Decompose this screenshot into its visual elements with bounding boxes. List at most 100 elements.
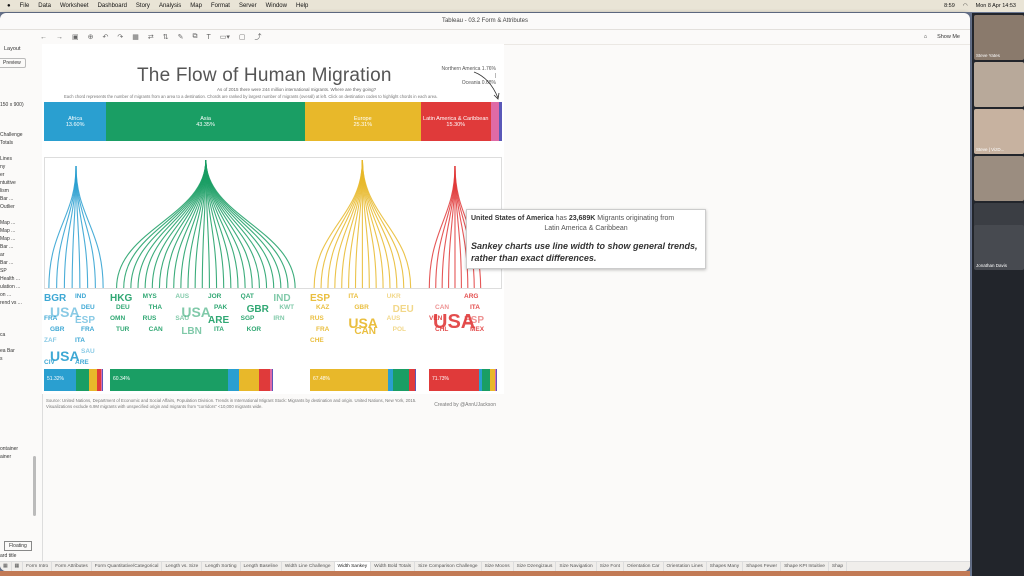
sheet-item[interactable]: ca <box>0 332 5 338</box>
sheet-tab[interactable]: Shapes Many <box>707 562 744 571</box>
sheet-item[interactable]: Bar ... <box>0 260 13 266</box>
sheet-item[interactable]: Map ... <box>0 220 15 226</box>
sheet-item[interactable]: ea Bar <box>0 348 15 354</box>
sheet-item[interactable]: s <box>0 356 3 362</box>
menu-window[interactable]: Window <box>266 3 287 9</box>
sankey-region-asia[interactable] <box>116 159 296 288</box>
fit-dropdown[interactable]: ▭▾ <box>220 33 230 41</box>
sheet-tab[interactable]: Size Comparison Challenge <box>415 562 482 571</box>
save-icon[interactable]: ▣ <box>72 33 79 41</box>
undo-icon[interactable]: ↶ <box>103 33 109 41</box>
object-item[interactable]: ontainer <box>0 446 18 452</box>
menu-data[interactable]: Data <box>38 3 51 9</box>
presentation-icon[interactable]: ▢ <box>239 33 246 41</box>
destination-share-bars[interactable]: 51.32% 60.34% 67.48% 71.73% <box>44 369 500 391</box>
sheet-item[interactable]: Health ... <box>0 276 20 282</box>
word-cloud-column[interactable]: USA ARG CAN ITA VEN ESP CHL MEX <box>429 289 499 364</box>
sheet-tab[interactable]: Shape KPI Intuitive <box>781 562 829 571</box>
device-preview-button[interactable]: Preview <box>0 58 26 68</box>
new-sheet-icon[interactable]: ▦ <box>132 33 139 41</box>
sheet-item[interactable]: Lines <box>0 156 12 162</box>
destination-share-bar[interactable]: 60.34% <box>110 369 306 391</box>
back-icon[interactable]: ← <box>40 34 47 41</box>
group-icon[interactable]: ⧉ <box>193 33 198 41</box>
floating-toggle[interactable]: Floating <box>4 541 32 551</box>
region-segment[interactable]: Europe 25.31% <box>304 102 421 141</box>
highlight-icon[interactable]: ✎ <box>178 33 184 41</box>
sheet-tab[interactable]: Size Font <box>597 562 624 571</box>
forward-icon[interactable]: → <box>56 34 63 41</box>
sheet-tab[interactable]: Shapes Fewer <box>743 562 782 571</box>
sheet-item[interactable]: Bar ... <box>0 196 13 202</box>
region-share-bar[interactable]: Africa 13.60% Asia 43.35% Europe 25.31% Latin … <box>44 102 502 141</box>
dashboard-canvas[interactable]: The Flow of Human Migration As of 2015 t… <box>42 44 504 409</box>
sheet-item[interactable]: ntuitive <box>0 180 16 186</box>
sheet-item[interactable]: ny <box>0 164 5 170</box>
show-me-button[interactable]: Show Me <box>937 34 960 40</box>
swap-icon[interactable]: ⇄ <box>148 33 154 41</box>
wifi-icon[interactable]: ◠ <box>963 3 968 9</box>
grid-icon[interactable]: ▦ <box>0 562 12 571</box>
sheet-item[interactable]: on ... <box>0 292 11 298</box>
word-cloud-column[interactable]: BGR IND USA DEU FRA ESP GBR FRA ZAF ITA USA SAU CIV A… <box>44 289 106 364</box>
participant-tile[interactable]: Steve | VizD... <box>974 109 1024 154</box>
sheet-item[interactable]: ulation ... <box>0 284 20 290</box>
sheet-item[interactable]: Map ... <box>0 228 15 234</box>
sheet-item[interactable]: SP <box>0 268 7 274</box>
new-datasource-icon[interactable]: ⊕ <box>88 33 94 41</box>
sankey-region-europe[interactable] <box>313 159 412 288</box>
sidebar-scrollbar[interactable] <box>33 456 36 516</box>
sheet-tab[interactable]: Orientation Lines <box>664 562 707 571</box>
show-dashboard-title-checkbox[interactable]: ard title <box>0 553 16 559</box>
menu-file[interactable]: File <box>20 3 30 9</box>
menu-story[interactable]: Story <box>136 3 150 9</box>
size-label[interactable]: 150 x 900) <box>0 102 24 108</box>
sheet-tab[interactable]: Orientation Car <box>624 562 664 571</box>
sheet-tab[interactable]: Width Sankey <box>334 562 372 571</box>
object-item[interactable]: ainer <box>0 454 11 460</box>
battery-time[interactable]: 8:59 <box>944 3 955 9</box>
menu-dashboard[interactable]: Dashboard <box>98 3 127 9</box>
sheet-tab[interactable]: Shap <box>829 562 848 571</box>
sheet-item[interactable]: Map ... <box>0 236 15 242</box>
participant-tile[interactable] <box>974 62 1024 107</box>
sheet-tab[interactable]: Size Navigation <box>556 562 597 571</box>
menu-analysis[interactable]: Analysis <box>159 3 181 9</box>
menu-worksheet[interactable]: Worksheet <box>60 3 89 9</box>
tab-layout[interactable]: Layout <box>4 46 21 52</box>
apple-menu-icon[interactable]: ● <box>7 3 11 9</box>
participant-tile[interactable]: Jonathan Davis <box>974 225 1024 270</box>
sheet-tab[interactable]: Length Sorting <box>202 562 241 571</box>
destination-share-bar[interactable]: 51.32% <box>44 369 106 391</box>
sheet-item[interactable]: er <box>0 172 4 178</box>
clock[interactable]: Mon 8 Apr 14:53 <box>976 3 1016 9</box>
sheet-tab[interactable]: Width Line Challenge <box>282 562 335 571</box>
destination-word-clouds[interactable]: BGR IND USA DEU FRA ESP GBR FRA ZAF ITA USA SAU CIV A… <box>44 289 500 364</box>
sheet-tab[interactable]: Size Moons <box>482 562 514 571</box>
word-cloud-column[interactable]: HKG MYS AUS JOR QAT IND DEU THA USA PAK GBR KWT OMN R… <box>110 289 306 364</box>
sheet-item[interactable]: Bar ... <box>0 244 13 250</box>
sheet-tab[interactable]: Form Intro <box>23 562 53 571</box>
sheet-item[interactable]: Outlier <box>0 204 15 210</box>
tooltip-icon[interactable]: ⌂ <box>924 34 927 40</box>
sheet-tab[interactable]: Length vs. Size <box>162 562 203 571</box>
menu-format[interactable]: Format <box>211 3 230 9</box>
region-segment[interactable]: Latin America & Caribbean 15.30% <box>420 102 491 141</box>
destination-share-bar[interactable]: 67.48% <box>310 369 425 391</box>
menu-server[interactable]: Server <box>239 3 257 9</box>
destination-share-bar[interactable]: 71.73% <box>429 369 499 391</box>
word-cloud-column[interactable]: ESP ITA UKR KAZ GBR DEU RUS USA AUS FRA CAN POL CHE <box>310 289 425 364</box>
region-segment[interactable] <box>490 102 499 141</box>
participant-tile[interactable] <box>974 156 1024 201</box>
region-segment[interactable] <box>498 102 502 141</box>
menu-help[interactable]: Help <box>296 3 308 9</box>
sheet-item[interactable]: rend vs ... <box>0 300 22 306</box>
sheet-tab[interactable]: Size Dzengizaus <box>514 562 557 571</box>
sheet-tab[interactable]: Width Bold Totals <box>371 562 416 571</box>
sankey-region-africa[interactable] <box>48 165 104 288</box>
region-segment[interactable]: Africa 13.60% <box>44 102 107 141</box>
sheet-tab[interactable]: Form Attributes <box>52 562 92 571</box>
sort-asc-icon[interactable]: ⇅ <box>163 33 169 41</box>
sankey-chart[interactable] <box>44 157 502 289</box>
sheet-item[interactable]: ar <box>0 252 4 258</box>
